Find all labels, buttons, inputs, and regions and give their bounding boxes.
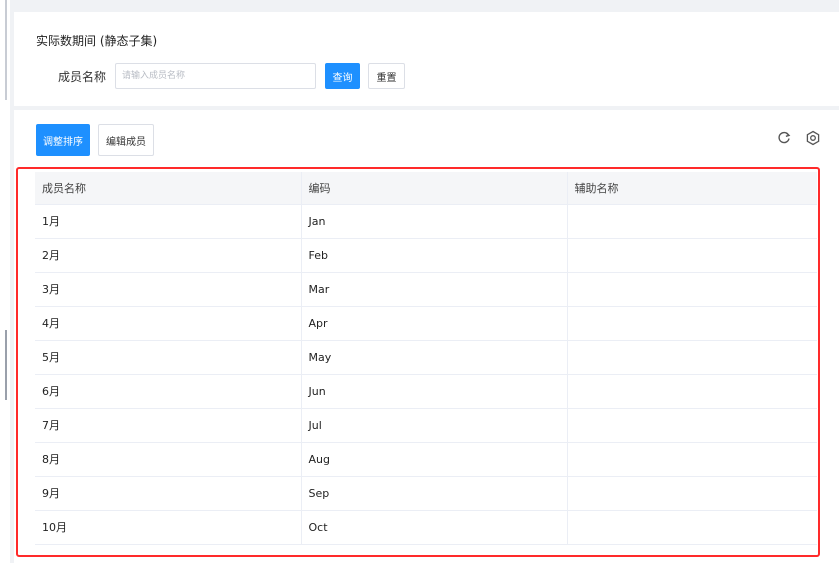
cell-code: Jun bbox=[301, 374, 568, 409]
table-row[interactable]: 2月 Feb bbox=[35, 238, 817, 273]
cell-code: May bbox=[301, 340, 568, 375]
table-row[interactable]: 1月 Jan bbox=[35, 204, 817, 239]
cell-member-name: 2月 bbox=[35, 238, 302, 273]
settings-icon[interactable] bbox=[805, 130, 821, 146]
main-panel: 调整排序 编辑成员 成员名称 编码 辅助名称 1月 Jan 2月 Feb 3月 … bbox=[14, 110, 839, 563]
cell-member-name: 5月 bbox=[35, 340, 302, 375]
cell-code: Sep bbox=[301, 476, 568, 511]
adjust-sort-button[interactable]: 调整排序 bbox=[36, 124, 90, 156]
cell-alias bbox=[567, 374, 817, 409]
table-row[interactable]: 5月 May bbox=[35, 340, 817, 375]
cell-member-name: 3月 bbox=[35, 272, 302, 307]
cell-member-name: 6月 bbox=[35, 374, 302, 409]
table-row[interactable]: 3月 Mar bbox=[35, 272, 817, 307]
query-button[interactable]: 查询 bbox=[325, 63, 361, 89]
table-row[interactable]: 7月 Jul bbox=[35, 408, 817, 443]
filter-panel: 实际数期间 (静态子集) 成员名称 查询 重置 bbox=[14, 12, 839, 106]
table-row[interactable]: 6月 Jun bbox=[35, 374, 817, 409]
cell-member-name: 8月 bbox=[35, 442, 302, 477]
member-name-label: 成员名称 bbox=[58, 69, 107, 84]
cell-code: Apr bbox=[301, 306, 568, 341]
table-row[interactable]: 10月 Oct bbox=[35, 510, 817, 545]
cell-alias bbox=[567, 442, 817, 477]
table-row[interactable]: 9月 Sep bbox=[35, 476, 817, 511]
left-edge bbox=[0, 0, 10, 563]
cell-alias bbox=[567, 340, 817, 375]
column-header-code[interactable]: 编码 bbox=[301, 172, 568, 205]
cell-member-name: 4月 bbox=[35, 306, 302, 341]
left-edge-bar-lower bbox=[5, 330, 7, 400]
cell-alias bbox=[567, 510, 817, 545]
members-table: 成员名称 编码 辅助名称 1月 Jan 2月 Feb 3月 Mar 4月 Apr… bbox=[35, 172, 817, 545]
reset-button[interactable]: 重置 bbox=[368, 63, 406, 89]
cell-member-name: 1月 bbox=[35, 204, 302, 239]
cell-code: Feb bbox=[301, 238, 568, 273]
column-header-member-name[interactable]: 成员名称 bbox=[35, 172, 302, 205]
cell-alias bbox=[567, 306, 817, 341]
cell-member-name: 7月 bbox=[35, 408, 302, 443]
filter-row: 成员名称 查询 重置 bbox=[58, 62, 406, 90]
cell-alias bbox=[567, 272, 817, 307]
table-header-row: 成员名称 编码 辅助名称 bbox=[35, 172, 817, 205]
cell-code: Jul bbox=[301, 408, 568, 443]
column-header-alias[interactable]: 辅助名称 bbox=[567, 172, 817, 205]
cell-member-name: 10月 bbox=[35, 510, 302, 545]
cell-code: Jan bbox=[301, 204, 568, 239]
cell-alias bbox=[567, 408, 817, 443]
table-row[interactable]: 4月 Apr bbox=[35, 306, 817, 341]
cell-code: Mar bbox=[301, 272, 568, 307]
edit-members-button[interactable]: 编辑成员 bbox=[98, 124, 154, 156]
cell-alias bbox=[567, 476, 817, 511]
left-edge-bar bbox=[5, 0, 7, 100]
refresh-icon[interactable] bbox=[776, 130, 792, 146]
cell-code: Aug bbox=[301, 442, 568, 477]
cell-code: Oct bbox=[301, 510, 568, 545]
members-table-wrapper: 成员名称 编码 辅助名称 1月 Jan 2月 Feb 3月 Mar 4月 Apr… bbox=[35, 172, 817, 557]
filter-title: 实际数期间 (静态子集) bbox=[36, 34, 158, 48]
member-name-input[interactable] bbox=[115, 63, 317, 89]
cell-member-name: 9月 bbox=[35, 476, 302, 511]
cell-alias bbox=[567, 204, 817, 239]
table-row[interactable]: 8月 Aug bbox=[35, 442, 817, 477]
cell-alias bbox=[567, 238, 817, 273]
